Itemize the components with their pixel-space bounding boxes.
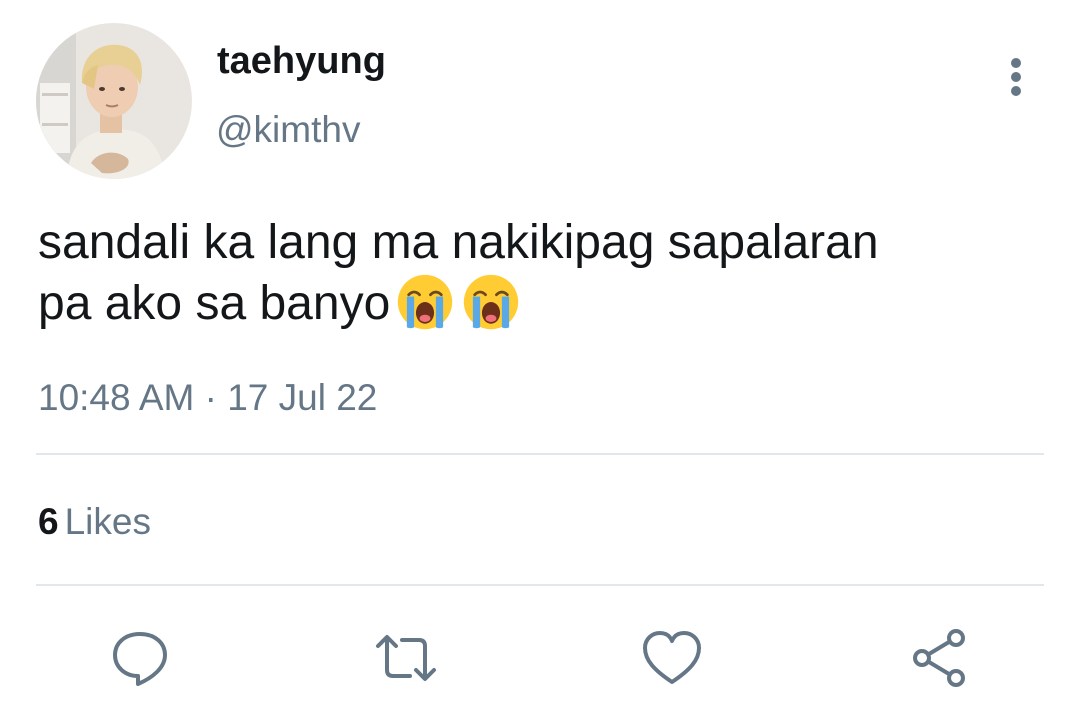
likes-label: Likes bbox=[64, 501, 151, 542]
divider bbox=[36, 453, 1044, 455]
tweet-text-segment: pa ako sa banyo bbox=[38, 277, 391, 330]
avatar[interactable] bbox=[36, 23, 192, 179]
loudly-crying-face-icon bbox=[398, 274, 453, 330]
loudly-crying-face-icon bbox=[464, 274, 519, 330]
like-button[interactable] bbox=[640, 626, 704, 690]
tweet-text-line: sandali ka lang ma nakikipag sapalaran bbox=[38, 216, 879, 269]
retweet-icon bbox=[376, 635, 436, 681]
likes-stat[interactable]: 6 Likes bbox=[38, 500, 151, 544]
tweet-text-line: pa ako sa banyo bbox=[38, 273, 1038, 334]
retweet-button[interactable] bbox=[374, 626, 438, 690]
share-button[interactable] bbox=[908, 626, 972, 690]
like-icon bbox=[643, 631, 701, 684]
user-handle[interactable]: @kimthv bbox=[216, 108, 360, 152]
likes-count: 6 bbox=[38, 501, 59, 542]
tweet-text: sandali ka lang ma nakikipag sapalaran p… bbox=[38, 213, 1038, 334]
tweet-timestamp[interactable]: 10:48 AM · 17 Jul 22 bbox=[38, 376, 377, 420]
tweet-detail: taehyung @kimthv sandali ka lang ma naki… bbox=[0, 0, 1080, 728]
more-options-icon[interactable] bbox=[996, 52, 1038, 98]
reply-icon bbox=[113, 632, 167, 686]
divider bbox=[36, 584, 1044, 586]
share-icon bbox=[913, 629, 965, 687]
display-name[interactable]: taehyung bbox=[217, 38, 386, 84]
reply-button[interactable] bbox=[108, 626, 172, 690]
